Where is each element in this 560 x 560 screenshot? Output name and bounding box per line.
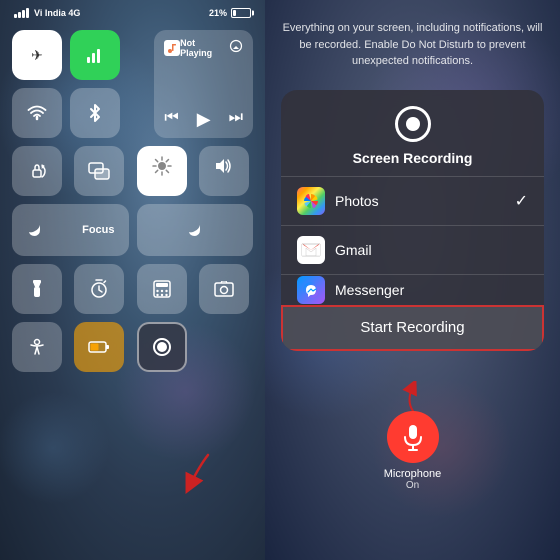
lock-rotation-button[interactable] — [12, 146, 62, 196]
now-playing-widget[interactable]: Not Playing ⏮ ▶ ⏭ — [154, 30, 253, 138]
accessibility-button[interactable] — [12, 322, 62, 372]
microphone-status: On — [406, 480, 419, 491]
do-not-disturb-toggle[interactable] — [137, 204, 254, 256]
timer-icon — [89, 279, 109, 299]
camera-icon — [214, 281, 234, 297]
lock-rotation-icon — [27, 161, 47, 181]
music-app-icon — [164, 40, 180, 56]
start-recording-button[interactable]: Start Recording — [281, 305, 544, 351]
wifi-button[interactable] — [12, 88, 62, 138]
flashlight-button[interactable] — [12, 264, 62, 314]
battery-pct: 21% — [209, 8, 227, 18]
carrier-label: Vi India 4G — [34, 8, 80, 18]
brightness-icon — [152, 156, 172, 176]
screen-mirror-button[interactable] — [74, 146, 124, 196]
screen-mirror-icon — [88, 162, 110, 180]
bluetooth-icon — [87, 103, 103, 123]
volume-slider[interactable] — [199, 146, 249, 196]
cc-second-row — [12, 146, 253, 196]
photos-label: Photos — [335, 193, 505, 209]
airplay-svg — [229, 39, 243, 53]
battery-icon — [231, 8, 251, 18]
cc-wide-row: Focus — [12, 204, 253, 256]
photos-logo — [302, 192, 320, 210]
photos-icon — [297, 187, 325, 215]
messenger-logo — [302, 281, 320, 299]
microphone-icon — [401, 423, 425, 451]
next-track-icon[interactable]: ⏭ — [229, 109, 243, 130]
airplane-mode-button[interactable]: ✈ — [12, 30, 62, 80]
camera-button[interactable] — [199, 264, 249, 314]
media-controls: ⏮ ▶ ⏭ — [164, 109, 243, 130]
calculator-button[interactable] — [137, 264, 187, 314]
accessibility-icon — [28, 338, 46, 356]
right-content: Everything on your screen, including not… — [265, 0, 560, 491]
messenger-label: Messenger — [335, 282, 528, 298]
bluetooth-button[interactable] — [70, 88, 120, 138]
left-panel: Vi India 4G 21% ✈ — [0, 0, 265, 560]
recording-popup: Screen Recording P — [281, 90, 544, 351]
calculator-icon — [153, 280, 171, 298]
popup-header: Screen Recording — [281, 90, 544, 176]
status-left: Vi India 4G — [14, 8, 80, 18]
airplay-icon — [229, 39, 243, 58]
moon-dnd-icon — [186, 221, 204, 239]
photos-checkmark: ✓ — [515, 191, 528, 211]
music-note-icon — [167, 43, 177, 53]
screen-record-icon — [152, 337, 172, 357]
record-icon-circle — [395, 106, 431, 142]
start-recording-text: Start Recording — [360, 319, 464, 336]
brightness-slider[interactable] — [137, 146, 187, 196]
moon-icon — [26, 221, 44, 239]
cc-bottom-row — [12, 264, 253, 314]
now-playing-title: Not Playing — [180, 38, 229, 58]
microphone-section: Microphone On — [281, 381, 544, 491]
arrow-svg — [180, 450, 215, 495]
signal-bar-2 — [18, 12, 21, 18]
airplane-icon: ✈ — [31, 47, 43, 64]
signal-bar-3 — [22, 10, 25, 18]
timer-button[interactable] — [74, 264, 124, 314]
messenger-item[interactable]: Messenger — [281, 275, 544, 305]
cc-connectivity: ✈ — [12, 30, 120, 138]
low-power-button[interactable] — [74, 322, 124, 372]
messenger-icon — [297, 276, 325, 304]
np-top: Not Playing — [164, 38, 243, 58]
gmail-logo — [301, 242, 321, 258]
cellular-icon — [85, 45, 105, 65]
record-icon-inner — [406, 117, 420, 131]
status-bar: Vi India 4G 21% — [0, 0, 265, 22]
cellular-button[interactable] — [70, 30, 120, 80]
battery-low-icon — [88, 340, 110, 354]
battery-body — [231, 8, 251, 18]
signal-bars — [14, 8, 29, 18]
screen-record-button[interactable] — [137, 322, 187, 372]
microphone-button[interactable] — [387, 411, 439, 463]
focus-label: Focus — [82, 224, 114, 236]
photos-item[interactable]: Photos ✓ — [281, 177, 544, 225]
control-center-grid: ✈ — [0, 22, 265, 380]
right-panel: Everything on your screen, including not… — [265, 0, 560, 560]
battery-fill — [233, 10, 236, 16]
signal-bar-1 — [14, 14, 17, 18]
cc-last-row — [12, 322, 253, 372]
wifi-icon — [27, 103, 47, 123]
focus-button[interactable]: Focus — [12, 204, 129, 256]
status-right: 21% — [209, 8, 251, 18]
description-text: Everything on your screen, including not… — [281, 20, 544, 70]
gmail-item[interactable]: Gmail — [281, 226, 544, 274]
arrow-annotation — [180, 450, 215, 500]
gmail-label: Gmail — [335, 242, 528, 258]
popup-title: Screen Recording — [353, 150, 473, 166]
prev-track-icon[interactable]: ⏮ — [164, 109, 178, 130]
microphone-label: Microphone — [384, 468, 441, 480]
volume-icon — [214, 157, 234, 175]
gmail-icon — [297, 236, 325, 264]
signal-bar-4 — [26, 8, 29, 18]
flashlight-icon — [30, 279, 44, 299]
play-button[interactable]: ▶ — [197, 109, 211, 130]
empty-slot — [199, 322, 249, 372]
cc-top-row: ✈ — [12, 30, 253, 138]
